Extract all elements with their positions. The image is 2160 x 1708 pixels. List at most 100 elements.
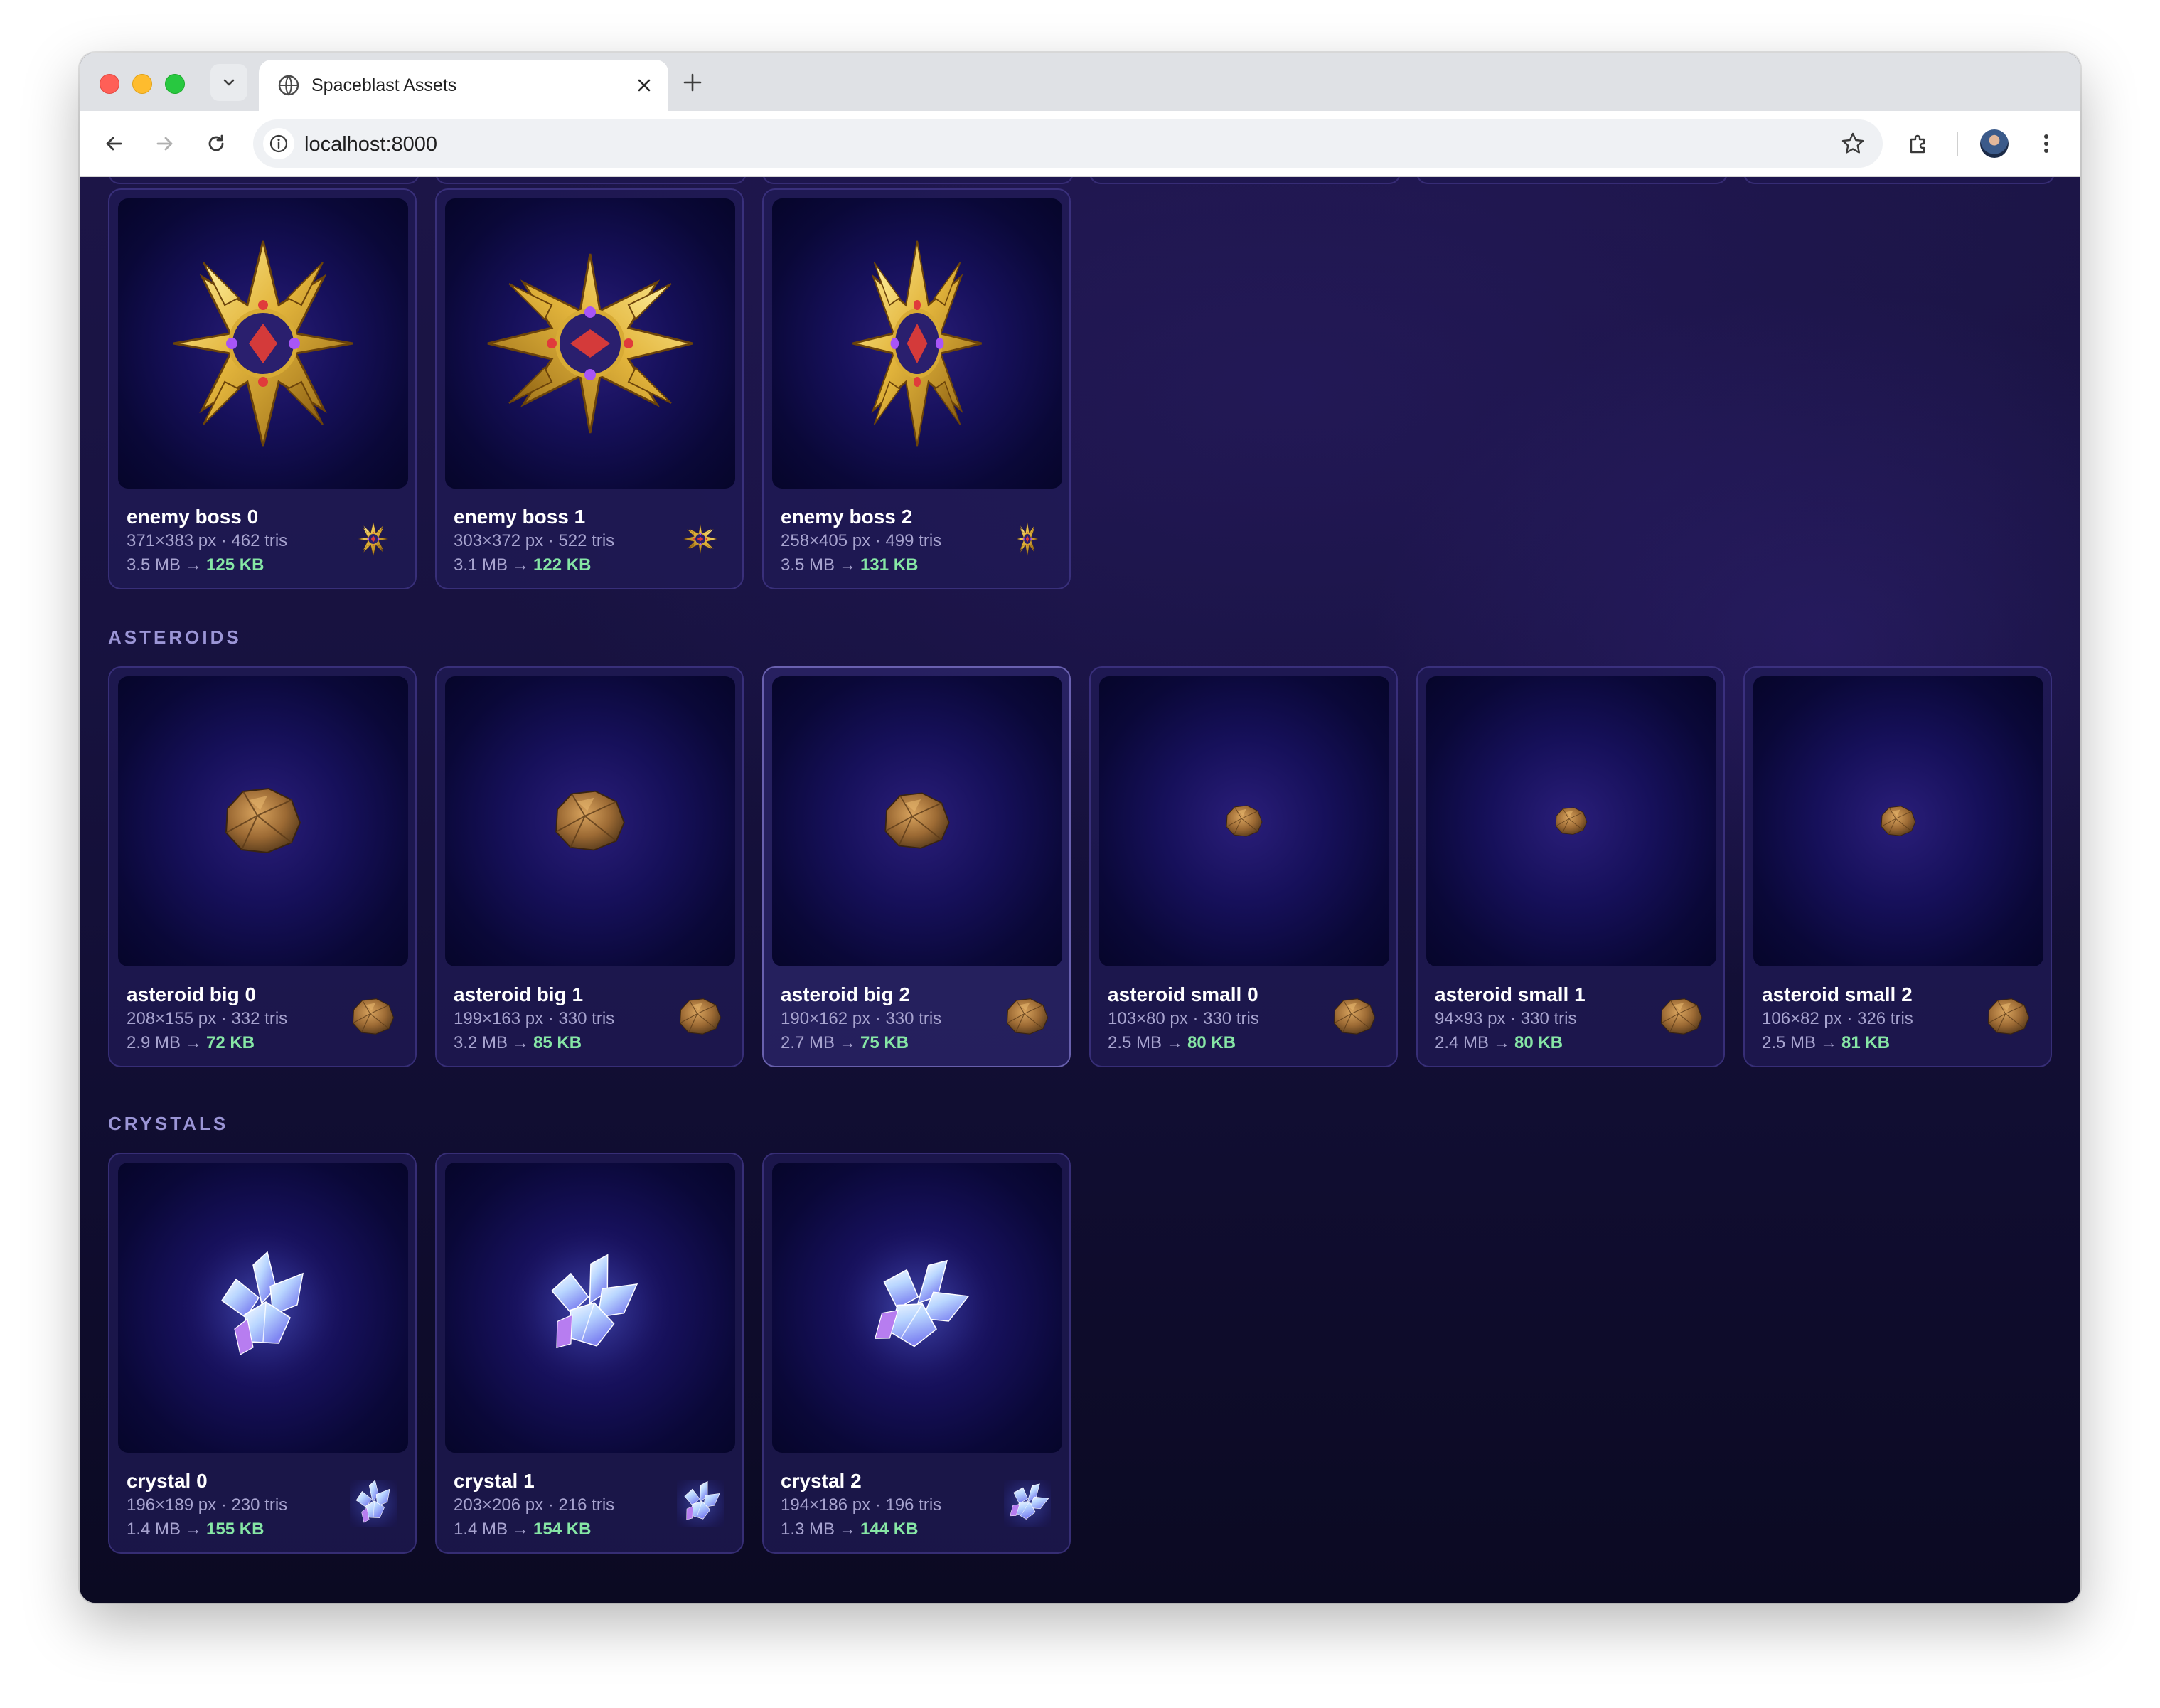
size-original: 2.5 MB <box>1108 1033 1162 1052</box>
size-compressed: 85 KB <box>533 1033 582 1052</box>
asset-name: asteroid small 2 <box>1762 983 1913 1005</box>
size-original: 2.4 MB <box>1435 1033 1490 1052</box>
size-original: 3.2 MB <box>454 1033 508 1052</box>
size-compressed: 80 KB <box>1187 1033 1236 1052</box>
asset-name: crystal 2 <box>781 1470 862 1492</box>
asset-preview[interactable] <box>772 1163 1062 1453</box>
asset-dimensions: 190×162 px · 330 tris <box>781 1009 942 1028</box>
arrow-right-icon: → <box>185 1520 203 1539</box>
asset-name: asteroid big 1 <box>454 983 584 1005</box>
address-bar[interactable]: localhost:8000 <box>253 119 1883 168</box>
asset-name: crystal 0 <box>127 1470 208 1492</box>
asset-card[interactable]: enemy boss 2 258×405 px · 499 tris 3.5 MB →… <box>762 188 1071 589</box>
close-tab-icon[interactable] <box>633 74 656 97</box>
arrow-right-icon: → <box>839 1520 857 1539</box>
site-info-button[interactable] <box>263 128 294 159</box>
asset-preview[interactable] <box>1099 676 1389 966</box>
asset-preview[interactable] <box>118 676 408 966</box>
tab-active[interactable]: Spaceblast Assets <box>259 60 668 111</box>
asset-dimensions: 258×405 px · 499 tris <box>781 531 942 550</box>
asset-dimensions: 199×163 px · 330 tris <box>454 1009 615 1028</box>
asset-dimensions: 94×93 px · 330 tris <box>1435 1009 1577 1028</box>
browser-toolbar: localhost:8000 <box>80 111 2080 177</box>
asset-card[interactable]: crystal 2 194×186 px · 196 tris 1.3 MB → 144… <box>762 1153 1076 1554</box>
asset-size: 3.5 MB → 131 KB <box>781 555 918 575</box>
minimize-window-button[interactable] <box>132 74 152 94</box>
asset-card[interactable]: asteroid big 2 190×162 px · 330 tris 2.7 M… <box>762 666 1071 1067</box>
bookmark-star-icon[interactable] <box>1839 129 1867 158</box>
size-compressed: 80 KB <box>1514 1033 1563 1052</box>
chevron-down-icon <box>223 79 235 86</box>
size-compressed: 154 KB <box>533 1520 592 1539</box>
asteroid-icon <box>1004 993 1051 1040</box>
asset-card[interactable]: crystal 1 203×206 px · 216 tris 1.4 MB → 154… <box>435 1153 744 1554</box>
new-tab-icon[interactable] <box>678 68 707 97</box>
arrow-right-icon: → <box>1493 1033 1511 1052</box>
asset-name: asteroid small 1 <box>1435 983 1586 1005</box>
asset-card[interactable]: crystal 0 196×189 px · 230 tris 1.4 MB → 155… <box>108 1153 417 1554</box>
card-peek <box>1743 177 2055 184</box>
size-compressed: 131 KB <box>860 555 919 575</box>
asset-preview[interactable] <box>772 676 1062 966</box>
asset-preview[interactable] <box>118 198 408 489</box>
asset-size: 1.4 MB → 155 KB <box>127 1520 264 1539</box>
asset-name: enemy boss 2 <box>781 506 913 528</box>
asset-name: enemy boss 1 <box>454 506 586 528</box>
asset-preview[interactable] <box>1426 676 1716 966</box>
asset-card[interactable]: enemy boss 0 371×383 px · 462 tris 3.5 MB →… <box>108 188 417 589</box>
boss-icon <box>677 516 724 562</box>
asset-preview[interactable] <box>772 198 1062 489</box>
asteroid-icon <box>350 993 397 1040</box>
size-original: 1.3 MB <box>781 1520 835 1539</box>
asset-name: asteroid big 2 <box>781 983 911 1005</box>
asset-size: 3.2 MB → 85 KB <box>454 1033 582 1053</box>
asset-preview[interactable] <box>445 676 735 966</box>
asset-preview[interactable] <box>1753 676 2043 966</box>
size-compressed: 155 KB <box>206 1520 264 1539</box>
crystal-icon <box>338 1468 409 1539</box>
size-original: 3.5 MB <box>781 555 835 575</box>
size-original: 3.5 MB <box>127 555 181 575</box>
asset-name: enemy boss 0 <box>127 506 259 528</box>
url-text[interactable]: localhost:8000 <box>304 133 437 156</box>
asteroid-icon <box>677 993 724 1040</box>
reload-button[interactable] <box>201 128 232 159</box>
puzzle-icon <box>1910 134 1925 154</box>
asteroid-icon <box>1331 993 1378 1040</box>
asset-card[interactable]: asteroid small 2 106×82 px · 326 tris 2.5 … <box>1743 666 2052 1067</box>
size-compressed: 81 KB <box>1841 1033 1891 1052</box>
back-button[interactable] <box>98 128 129 159</box>
asteroid-icon <box>1658 993 1705 1040</box>
size-original: 1.4 MB <box>127 1520 181 1539</box>
boss-icon <box>1004 516 1051 562</box>
asset-card[interactable]: asteroid big 0 208×155 px · 332 tris 2.9 M… <box>108 666 417 1067</box>
asset-card[interactable]: asteroid small 1 94×93 px · 330 tris 2.4 M… <box>1416 666 1725 1067</box>
extensions-button[interactable] <box>1903 128 1934 159</box>
asset-size: 2.5 MB → 80 KB <box>1108 1033 1236 1053</box>
asset-name: asteroid small 0 <box>1108 983 1258 1005</box>
close-window-button[interactable] <box>100 74 119 94</box>
asset-name: asteroid big 0 <box>127 983 257 1005</box>
asset-preview[interactable] <box>445 198 735 489</box>
asset-preview[interactable] <box>445 1163 735 1453</box>
arrow-left-icon <box>106 137 122 151</box>
asset-dimensions: 303×372 px · 522 tris <box>454 531 615 550</box>
asset-card[interactable]: asteroid big 1 199×163 px · 330 tris 3.2 M… <box>435 666 744 1067</box>
asset-card[interactable]: enemy boss 1 303×372 px · 522 tris 3.1 MB →… <box>435 188 744 589</box>
asset-size: 2.9 MB → 72 KB <box>127 1033 255 1053</box>
maximize-window-button[interactable] <box>165 74 185 94</box>
forward-button[interactable] <box>149 128 181 159</box>
tab-search-button[interactable] <box>210 64 247 101</box>
arrow-right-icon: → <box>1166 1033 1184 1052</box>
asset-card[interactable]: asteroid small 0 103×80 px · 330 tris 2.5 … <box>1089 666 1398 1067</box>
browser-window: Spaceblast Assets localhost:8000 enemy b… <box>80 53 2080 1603</box>
toolbar-separator <box>1957 132 1958 156</box>
asset-size: 1.4 MB → 154 KB <box>454 1520 591 1539</box>
menu-button[interactable] <box>2031 128 2062 159</box>
size-original: 1.4 MB <box>454 1520 508 1539</box>
asset-dimensions: 103×80 px · 330 tris <box>1108 1009 1259 1028</box>
arrow-right-icon: → <box>185 555 203 575</box>
card-peek <box>762 177 1074 184</box>
asset-preview[interactable] <box>118 1163 408 1453</box>
profile-avatar[interactable] <box>1980 129 2009 158</box>
